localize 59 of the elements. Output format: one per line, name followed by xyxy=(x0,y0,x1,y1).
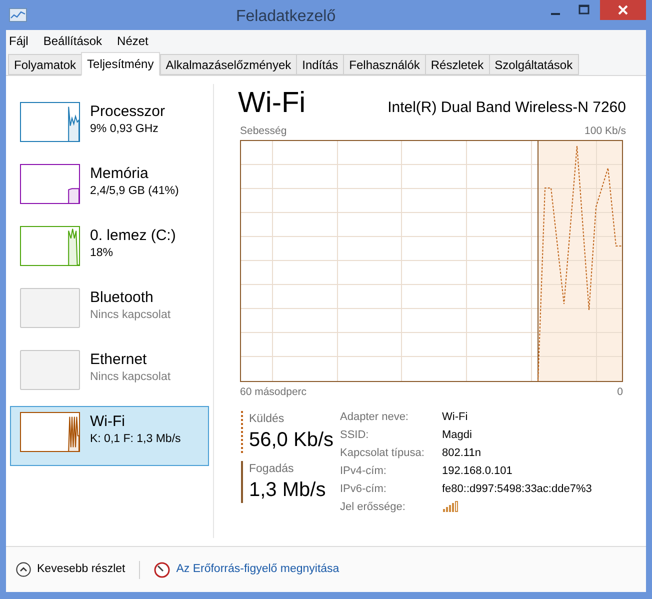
item-name: Processzor xyxy=(90,102,166,122)
menu-item[interactable]: Nézet xyxy=(117,32,148,50)
item-detail: 18% xyxy=(90,246,114,261)
property-value: 192.168.0.101 xyxy=(442,464,514,478)
empty-thumbnail xyxy=(20,350,80,390)
graph-label: Sebesség xyxy=(240,124,287,139)
close-icon xyxy=(618,5,628,15)
time-axis-label: 60 másodperc xyxy=(240,384,307,400)
item-name: Bluetooth xyxy=(90,288,154,308)
item-name: Memória xyxy=(90,164,150,184)
sidebar-item[interactable]: Memória 2,4/5,9 GB (41%) xyxy=(10,158,209,218)
signal-strength-icon xyxy=(442,500,460,512)
throughput-label: Küldés xyxy=(249,412,286,426)
item-detail: 9% 0,93 GHz xyxy=(90,122,160,137)
fewer-details-link[interactable]: Kevesebb részlet xyxy=(37,560,126,578)
sidebar-item[interactable]: Bluetooth Nincs kapcsolat xyxy=(10,282,209,342)
property-value: Wi-Fi xyxy=(442,410,469,424)
property-label: SSID: xyxy=(340,428,370,442)
property-label: Jel erőssége: xyxy=(340,500,406,514)
tab[interactable]: Szolgáltatások xyxy=(488,54,579,75)
property-value: fe80::d997:5498:33ac:dde7%3 xyxy=(442,482,592,496)
sidebar-item[interactable]: 0. lemez (C:) 18% xyxy=(10,220,209,280)
close-button[interactable] xyxy=(600,0,646,20)
tab[interactable]: Folyamatok xyxy=(8,54,82,75)
property-label: IPv4-cím: xyxy=(340,464,388,478)
menu-item[interactable]: Beállítások xyxy=(43,32,102,50)
sidebar-item[interactable]: Ethernet Nincs kapcsolat xyxy=(10,344,209,404)
app-icon xyxy=(9,8,27,22)
property-label: Kapcsolat típusa: xyxy=(340,446,426,460)
collapse-icon[interactable] xyxy=(16,562,31,577)
property-label: Adapter neve: xyxy=(340,410,410,424)
property-value: 802.11n xyxy=(442,446,482,460)
property-value: Magdi xyxy=(442,428,473,442)
window-title: Feladatkezelő xyxy=(236,7,336,27)
throughput-label: Fogadás xyxy=(249,462,295,476)
throughput-value: 1,3 Mb/s xyxy=(249,478,327,502)
resource-monitor-link[interactable]: Az Erőforrás-figyelő megnyitása xyxy=(176,560,340,578)
tab[interactable]: Teljesítmény xyxy=(81,52,160,76)
item-name: Ethernet xyxy=(90,350,148,370)
graph-max-label: 100 Kb/s xyxy=(584,124,626,139)
item-detail: Nincs kapcsolat xyxy=(90,370,171,385)
item-detail: K: 0,1 F: 1,3 Mb/s xyxy=(90,432,181,447)
item-name: 0. lemez (C:) xyxy=(90,226,176,246)
item-detail: Nincs kapcsolat xyxy=(90,308,171,323)
sidebar-item[interactable]: Processzor 9% 0,93 GHz xyxy=(10,96,209,156)
item-detail: 2,4/5,9 GB (41%) xyxy=(90,184,179,199)
item-name: Wi-Fi xyxy=(90,412,126,432)
tab[interactable]: Felhasználók xyxy=(343,54,426,75)
property-label: IPv6-cím: xyxy=(340,482,388,496)
tab[interactable]: Alkalmazáselőzmények xyxy=(160,54,298,75)
adapter-name: Intel(R) Dual Band Wireless-N 7260 xyxy=(388,98,626,118)
time-axis-end-label: 0 xyxy=(617,384,623,400)
detail-title: Wi-Fi xyxy=(238,86,306,120)
tab[interactable]: Indítás xyxy=(296,54,344,75)
gauge-icon xyxy=(154,562,170,578)
empty-thumbnail xyxy=(20,288,80,328)
menu-item[interactable]: Fájl xyxy=(9,32,28,50)
sidebar-item[interactable]: Wi-Fi K: 0,1 F: 1,3 Mb/s xyxy=(10,406,209,466)
tab[interactable]: Részletek xyxy=(424,54,490,75)
